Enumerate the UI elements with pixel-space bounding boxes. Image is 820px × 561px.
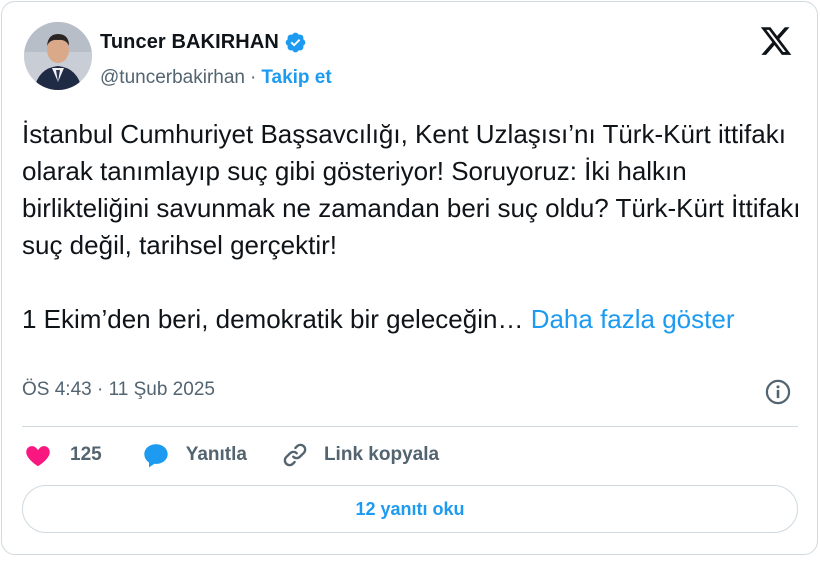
show-more-link[interactable]: Daha fazla göster [531,304,735,334]
tweet-text: İstanbul Cumhuriyet Başsavcılığı, Kent U… [22,116,802,338]
link-icon [283,443,307,467]
read-replies-label: 12 yanıtı oku [355,498,465,519]
verified-badge-icon [285,32,306,52]
tweet-body: İstanbul Cumhuriyet Başsavcılığı, Kent U… [22,119,801,334]
tweet-timestamp[interactable]: ÖS 4:43 · 11 Şub 2025 [22,379,215,401]
tweet-card: Tuncer BAKIRHAN @tuncerbakirhan · Takip … [1,1,818,555]
follow-button[interactable]: Takip et [261,67,331,89]
author-name[interactable]: Tuncer BAKIRHAN [100,31,279,54]
author-handle[interactable]: @tuncerbakirhan [100,67,245,89]
reply-label: Yanıtla [185,444,247,465]
like-button[interactable]: 125 [24,441,102,469]
author-name-row: Tuncer BAKIRHAN [100,29,307,55]
author-handle-row: @tuncerbakirhan · Takip et [100,66,332,90]
separator-dot: · [249,67,257,88]
like-count: 125 [70,444,102,465]
info-icon[interactable] [764,378,792,406]
heart-icon [26,446,50,467]
copy-link-button[interactable]: Link kopyala [281,441,439,469]
x-logo-icon[interactable] [759,24,793,58]
reply-bubble-icon [144,444,168,468]
reply-button[interactable]: Yanıtla [142,441,247,469]
read-replies-button[interactable]: 12 yanıtı oku [22,485,798,533]
divider [22,426,798,427]
avatar[interactable] [24,22,92,90]
action-bar: 125 Yanıtla Link kopyala [24,438,439,472]
copy-link-label: Link kopyala [323,444,440,465]
